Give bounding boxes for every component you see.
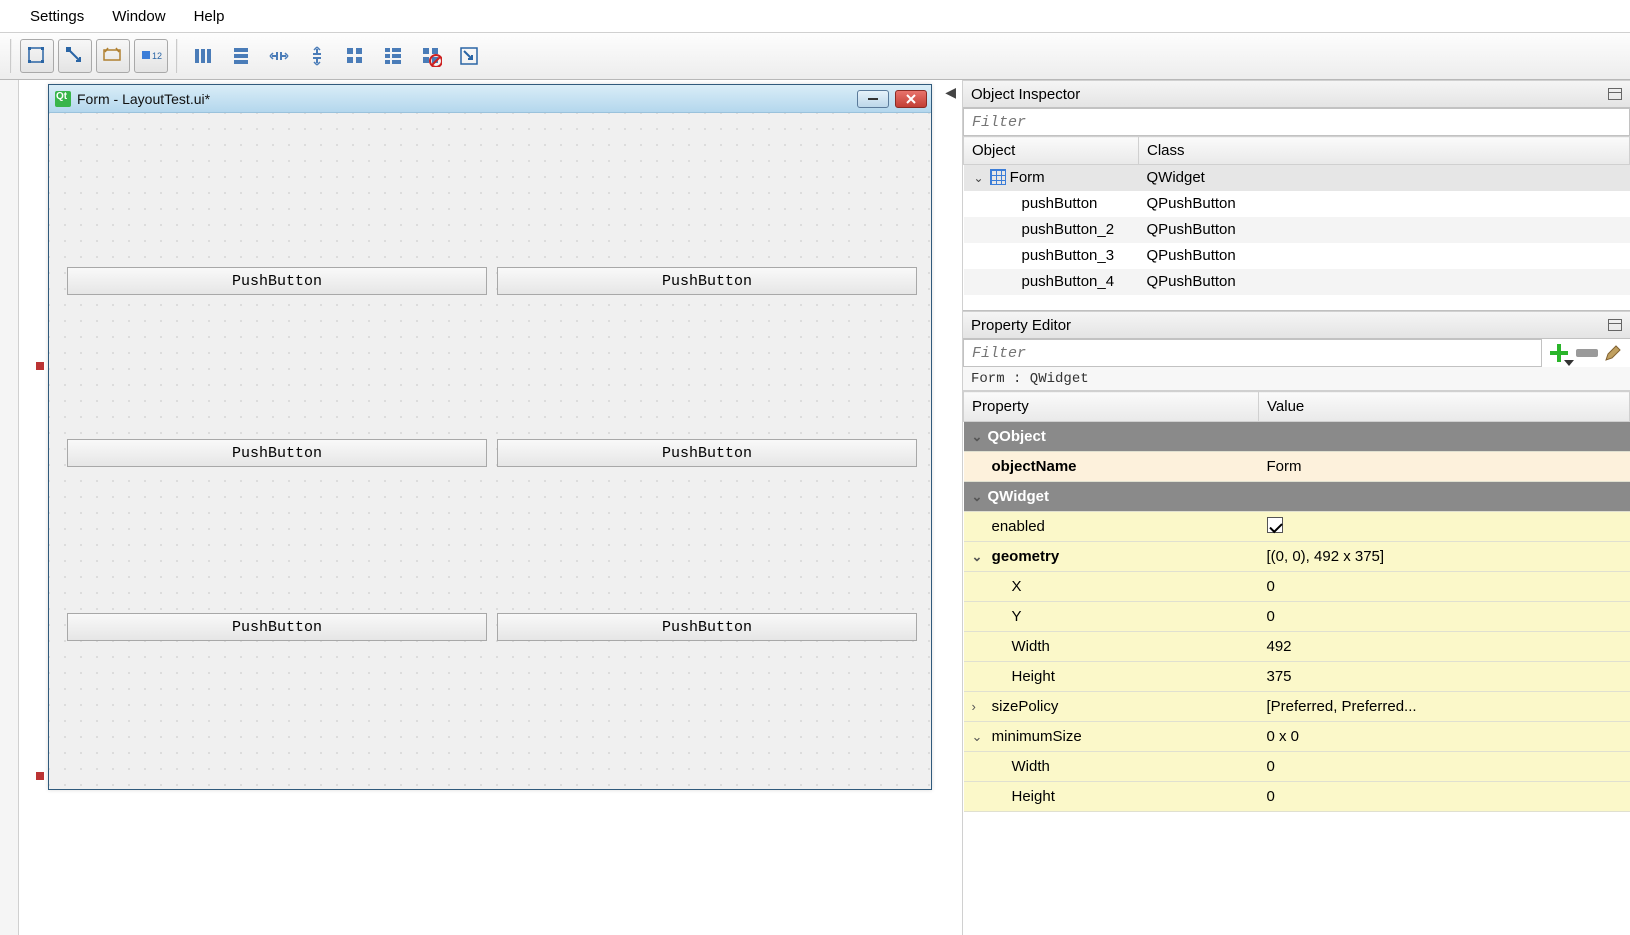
layout-grid-icon [990,169,1006,185]
prop-x[interactable]: X0 [964,572,1630,602]
remove-property-button[interactable] [1576,349,1598,357]
ruler-marker-icon [36,772,44,780]
ruler-marker-icon [36,362,44,370]
object-filter-input[interactable] [963,108,1630,136]
layout-form-icon[interactable] [376,39,410,73]
prop-minimumsize[interactable]: ⌄ minimumSize0 x 0 [964,722,1630,752]
push-button[interactable]: PushButton [67,267,487,295]
push-button[interactable]: PushButton [67,439,487,467]
prop-enabled[interactable]: enabled [964,512,1630,542]
add-property-button[interactable] [1548,342,1570,364]
push-button[interactable]: PushButton [67,613,487,641]
push-button[interactable]: PushButton [497,613,917,641]
prop-width[interactable]: Width492 [964,632,1630,662]
menu-window[interactable]: Window [112,8,165,25]
svg-text:12: 12 [152,51,162,61]
object-tree[interactable]: Object Class ⌄ Form QWidget pushButtonQP… [963,136,1630,295]
prop-sizepolicy[interactable]: › sizePolicy[Preferred, Preferred... [964,692,1630,722]
form-surface[interactable]: PushButton PushButton PushButton PushBut… [49,113,931,789]
edit-icon[interactable] [1604,344,1622,362]
edit-buddies-icon[interactable] [96,39,130,73]
tree-row[interactable]: pushButton_2QPushButton [964,217,1630,243]
prop-objectname[interactable]: objectNameForm [964,452,1630,482]
edit-signals-icon[interactable] [58,39,92,73]
prop-geometry[interactable]: ⌄ geometry[(0, 0), 492 x 375] [964,542,1630,572]
group-qwidget[interactable]: ⌄QWidget [964,482,1630,512]
checkbox-checked-icon[interactable] [1267,517,1283,533]
property-filter-input[interactable] [963,339,1542,367]
layout-horizontal-icon[interactable] [186,39,220,73]
col-value[interactable]: Value [1259,392,1630,422]
group-qobject[interactable]: ⌄QObject [964,422,1630,452]
push-button[interactable]: PushButton [497,267,917,295]
tree-row[interactable]: pushButtonQPushButton [964,191,1630,217]
col-object[interactable]: Object [964,137,1139,165]
layout-vsplitter-icon[interactable] [300,39,334,73]
dock-icon[interactable] [1608,88,1622,100]
prop-min-width[interactable]: Width0 [964,752,1630,782]
col-property[interactable]: Property [964,392,1259,422]
titlebar: Form - LayoutTest.ui* [49,85,931,113]
qt-logo-icon [55,91,71,107]
break-layout-icon[interactable] [414,39,448,73]
dock-icon[interactable] [1608,319,1622,331]
property-context: Form : QWidget [963,367,1630,391]
property-table[interactable]: Property Value ⌄QObject objectNameForm ⌄… [963,391,1630,812]
menu-help[interactable]: Help [194,8,225,25]
adjust-size-icon[interactable] [452,39,486,73]
right-panel: Object Inspector Object Class ⌄ Form QWi… [962,80,1630,935]
tree-row[interactable]: pushButton_4QPushButton [964,269,1630,295]
push-button[interactable]: PushButton [497,439,917,467]
property-editor-title: Property Editor [971,317,1071,334]
layout-vertical-icon[interactable] [224,39,258,73]
toolbar: 12 [0,32,1630,80]
object-inspector-title: Object Inspector [971,86,1080,103]
layout-grid-icon[interactable] [338,39,372,73]
tree-row-form[interactable]: ⌄ Form QWidget [964,165,1630,191]
prop-height[interactable]: Height375 [964,662,1630,692]
minimize-button[interactable] [857,90,889,108]
chevron-left-icon[interactable]: ◀ [945,84,956,101]
design-canvas[interactable]: ◀ Form - LayoutTest.ui* PushButton PushB… [0,80,962,935]
window-title: Form - LayoutTest.ui* [77,91,851,107]
prop-min-height[interactable]: Height0 [964,782,1630,812]
edit-taborder-icon[interactable]: 12 [134,39,168,73]
close-button[interactable] [895,90,927,108]
edit-widgets-icon[interactable] [20,39,54,73]
prop-y[interactable]: Y0 [964,602,1630,632]
object-inspector-panel: Object Inspector Object Class ⌄ Form QWi… [963,80,1630,310]
menubar: Settings Window Help [0,0,1630,32]
property-editor-panel: Property Editor Form : QWidget Property … [963,310,1630,935]
layout-hsplitter-icon[interactable] [262,39,296,73]
col-class[interactable]: Class [1139,137,1630,165]
form-preview-window: Form - LayoutTest.ui* PushButton PushBut… [48,84,932,790]
menu-settings[interactable]: Settings [30,8,84,25]
tree-row[interactable]: pushButton_3QPushButton [964,243,1630,269]
